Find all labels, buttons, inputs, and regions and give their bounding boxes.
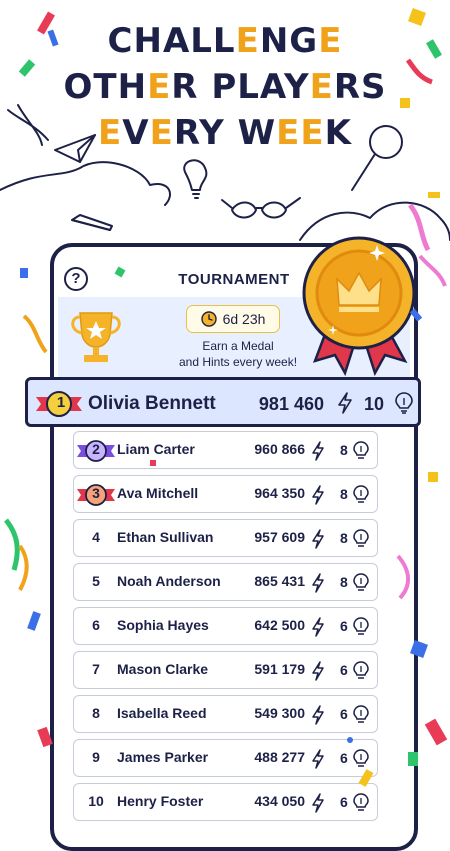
row-hints: 8 [340, 486, 348, 502]
lightbulb-icon [353, 617, 369, 642]
row-player-name: Ava Mitchell [117, 485, 199, 501]
lightbulb-icon [353, 793, 369, 818]
clock-icon [200, 311, 217, 327]
row-hints: 6 [340, 794, 348, 810]
lightning-icon [311, 573, 325, 598]
leaderboard-row[interactable]: 8 Isabella Reed 549 300 6 [73, 695, 378, 733]
row-rank: 2 [92, 441, 100, 457]
lightning-icon [311, 793, 325, 818]
headline-line-1: CHALLENGE [107, 21, 343, 61]
row-score: 549 300 [254, 705, 305, 721]
row-player-name: James Parker [117, 749, 209, 765]
row-player-name: Henry Foster [117, 793, 204, 809]
leader-score: 981 460 [258, 394, 324, 414]
leader-name: Olivia Bennett [88, 393, 216, 414]
lightbulb-icon [353, 573, 369, 598]
lightning-icon [311, 485, 325, 510]
lightbulb-icon [353, 705, 369, 730]
leaderboard-row[interactable]: 7 Mason Clarke 591 179 6 [73, 651, 378, 689]
leaderboard-row[interactable]: 10 Henry Foster 434 050 6 [73, 783, 378, 821]
row-hints: 8 [340, 574, 348, 590]
row-player-name: Mason Clarke [117, 661, 209, 677]
row-score: 964 350 [254, 485, 305, 501]
lightbulb-icon [395, 392, 413, 414]
lightning-icon [311, 749, 325, 774]
glasses-icon [231, 201, 257, 219]
row-score: 591 179 [254, 661, 305, 677]
row-score: 960 866 [254, 441, 305, 457]
leaderboard-row[interactable]: 4 Ethan Sullivan 957 609 8 [73, 519, 378, 557]
row-rank: 4 [92, 529, 100, 545]
row-player-name: Noah Anderson [117, 573, 221, 589]
lightbulb-doodle-icon [183, 159, 208, 191]
lightning-icon [311, 441, 325, 466]
lightning-icon [311, 617, 325, 642]
row-player-name: Liam Carter [117, 441, 195, 457]
row-hints: 6 [340, 706, 348, 722]
lightbulb-icon [353, 441, 369, 466]
row-rank: 10 [88, 793, 104, 809]
timer-text: 6d 23h [222, 311, 266, 327]
row-rank: 6 [92, 617, 100, 633]
row-hints: 6 [340, 750, 348, 766]
row-rank: 3 [92, 485, 100, 501]
row-score: 488 277 [254, 749, 305, 765]
row-rank: 7 [92, 661, 100, 677]
leader-rank: 1 [56, 394, 66, 411]
row-score: 865 431 [254, 573, 305, 589]
lightning-icon [311, 529, 325, 554]
row-score: 434 050 [254, 793, 305, 809]
leaderboard-row[interactable]: 9 James Parker 488 277 6 [73, 739, 378, 777]
leaderboard-row[interactable]: 2 Liam Carter 960 866 8 [73, 431, 378, 469]
leaderboard-row[interactable]: 3 Ava Mitchell 964 350 8 [73, 475, 378, 513]
row-score: 957 609 [254, 529, 305, 545]
row-player-name: Isabella Reed [117, 705, 207, 721]
gold-medal-icon [302, 236, 416, 377]
row-rank: 9 [92, 749, 100, 765]
row-hints: 8 [340, 530, 348, 546]
timer-badge: 6d 23h [186, 305, 280, 333]
leader-hints: 10 [364, 394, 385, 414]
trophy-icon [71, 312, 121, 362]
row-hints: 8 [340, 442, 348, 458]
row-hints: 6 [340, 662, 348, 678]
row-player-name: Sophia Hayes [117, 617, 209, 633]
row-score: 642 500 [254, 617, 305, 633]
lightning-icon [311, 661, 325, 686]
lightbulb-icon [353, 485, 369, 510]
lightning-icon [311, 705, 325, 730]
lightbulb-icon [353, 661, 369, 686]
row-rank: 8 [92, 705, 100, 721]
leaderboard-row[interactable]: 6 Sophia Hayes 642 500 6 [73, 607, 378, 645]
row-rank: 5 [92, 573, 100, 589]
lightbulb-icon [353, 749, 369, 774]
row-player-name: Ethan Sullivan [117, 529, 214, 545]
leaderboard-row[interactable]: 5 Noah Anderson 865 431 8 [73, 563, 378, 601]
lightbulb-icon [353, 529, 369, 554]
lightning-icon [338, 392, 352, 414]
row-hints: 6 [340, 618, 348, 634]
leader-row[interactable]: 1 Olivia Bennett 981 460 10 [25, 377, 421, 427]
